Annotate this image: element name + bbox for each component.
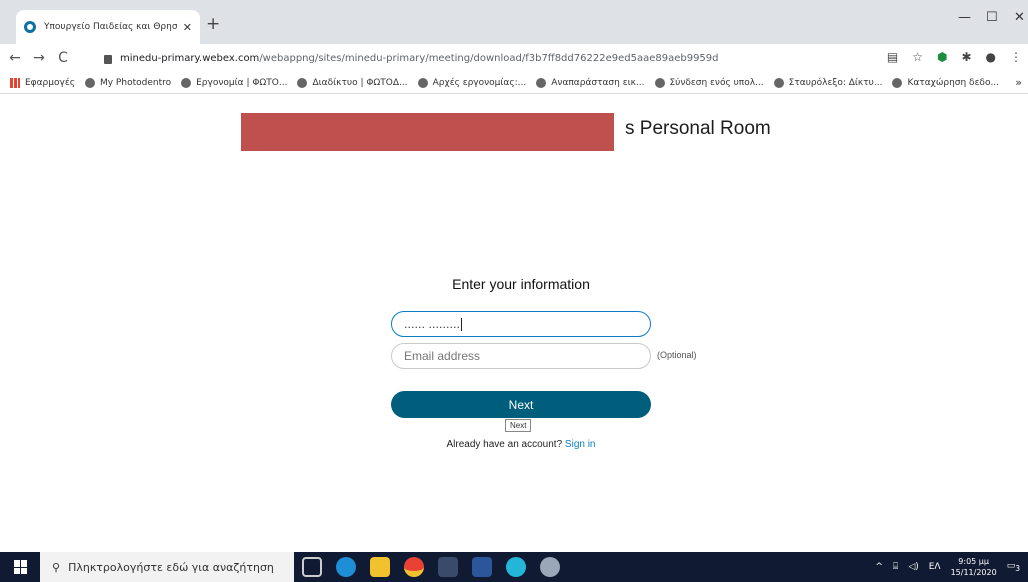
bookmark-favicon-icon xyxy=(536,77,547,88)
tab-strip: Υπουργείο Παιδείας και Θρησκε ✕ + — ☐ ✕ xyxy=(0,0,1028,44)
notifications-icon[interactable]: ▭3 xyxy=(1007,561,1020,573)
extensions-puzzle-icon[interactable]: ✱ xyxy=(961,50,971,64)
reload-icon[interactable]: C xyxy=(54,50,72,66)
taskbar: ⚲ Πληκτρολογήστε εδώ για αναζήτηση ^ ⌸ ◁… xyxy=(0,552,1028,582)
name-field-value: ...... ......... xyxy=(404,317,460,331)
chevron-up-icon[interactable]: ^ xyxy=(875,562,883,572)
text-caret xyxy=(460,317,462,331)
shield-extension-icon[interactable]: ⬢ xyxy=(937,50,947,64)
bookmark-favicon-icon xyxy=(297,77,308,88)
word-icon[interactable] xyxy=(472,557,492,577)
apps-grid-icon xyxy=(10,77,20,88)
bookmark-apps[interactable]: Εφαρμογές xyxy=(10,77,75,88)
tab-close-icon[interactable]: ✕ xyxy=(183,21,192,34)
bookmark-item[interactable]: Σταυρόλεξο: Δίκτυ... xyxy=(773,77,882,88)
new-tab-button[interactable]: + xyxy=(206,14,220,34)
sign-in-link[interactable]: Sign in xyxy=(565,439,596,450)
page-content: s Personal Room Enter your information .… xyxy=(0,94,1028,552)
volume-icon[interactable]: ◁) xyxy=(908,562,918,572)
webex-favicon-icon xyxy=(24,21,36,33)
taskbar-search-placeholder: Πληκτρολογήστε εδώ για αναζήτηση xyxy=(68,560,274,574)
bookmarks-bar: Εφαρμογές My Photodentro Εργονομία | ΦΩΤ… xyxy=(0,72,1028,94)
translate-icon[interactable]: ▤ xyxy=(887,50,898,64)
page-title: s Personal Room xyxy=(625,118,771,139)
bookmark-item[interactable]: Αναπαράσταση εικ... xyxy=(536,77,645,88)
url-field[interactable]: minedu-primary.webex.com /webappng/sites… xyxy=(104,47,924,69)
browser-tab[interactable]: Υπουργείο Παιδείας και Θρησκε ✕ xyxy=(16,10,200,44)
optional-label: (Optional) xyxy=(657,350,697,360)
bookmark-favicon-icon xyxy=(654,77,665,88)
clock-time: 9:05 μμ xyxy=(958,557,989,566)
notification-count-badge: 3 xyxy=(1015,563,1020,573)
profile-icon[interactable]: ● xyxy=(986,50,996,64)
bookmark-favicon-icon xyxy=(181,77,192,88)
bookmark-favicon-icon xyxy=(417,77,428,88)
bookmark-item[interactable]: My Photodentro xyxy=(84,77,171,88)
url-path: /webappng/sites/minedu-primary/meeting/d… xyxy=(259,52,719,64)
forward-arrow-icon[interactable]: → xyxy=(30,50,48,66)
bookmark-item[interactable]: Εργονομία | ΦΩΤΟ... xyxy=(181,77,287,88)
bookmark-favicon-icon xyxy=(773,77,784,88)
chrome-icon[interactable] xyxy=(404,557,424,577)
paint-icon[interactable] xyxy=(540,557,560,577)
back-arrow-icon[interactable]: ← xyxy=(6,50,24,66)
maximize-icon[interactable]: ☐ xyxy=(986,10,998,25)
network-app-icon[interactable] xyxy=(438,557,458,577)
screen: Υπουργείο Παιδείας και Θρησκε ✕ + — ☐ ✕ … xyxy=(0,0,1028,582)
signin-prompt: Already have an account? Sign in xyxy=(391,439,651,450)
next-tooltip: Next xyxy=(505,419,532,432)
bookmark-favicon-icon xyxy=(84,77,95,88)
account-prompt-text: Already have an account? xyxy=(446,439,563,450)
tab-title: Υπουργείο Παιδείας και Θρησκε xyxy=(44,22,177,32)
form-heading: Enter your information xyxy=(452,276,590,292)
bookmark-item[interactable]: Σύνδεση ενός υπολ... xyxy=(654,77,764,88)
name-field[interactable]: ...... ......... xyxy=(391,311,651,337)
clock[interactable]: 9:05 μμ 15/11/2020 xyxy=(951,556,997,578)
toolbar-icons: ▤ ☆ ⬢ ✱ ● ⋮ xyxy=(887,50,1022,64)
minimize-icon[interactable]: — xyxy=(958,10,971,25)
search-icon: ⚲ xyxy=(52,560,61,574)
url-host: minedu-primary.webex.com xyxy=(120,52,260,64)
task-view-icon[interactable] xyxy=(302,557,322,577)
next-button[interactable]: Next xyxy=(391,391,651,418)
language-indicator[interactable]: ΕΛ xyxy=(929,562,941,572)
bookmark-item[interactable]: Καταχώρηση δεδο... xyxy=(892,77,999,88)
taskbar-search-input[interactable]: ⚲ Πληκτρολογήστε εδώ για αναζήτηση xyxy=(40,552,294,582)
menu-kebab-icon[interactable]: ⋮ xyxy=(1010,50,1022,64)
windows-start-icon[interactable] xyxy=(14,560,28,574)
file-explorer-icon[interactable] xyxy=(370,557,390,577)
system-tray: ^ ⌸ ◁) ΕΛ 9:05 μμ 15/11/2020 ▭3 xyxy=(875,552,1020,582)
network-icon[interactable]: ⌸ xyxy=(893,562,898,572)
bookmarks-overflow-button[interactable]: » xyxy=(1015,76,1022,89)
email-field[interactable]: Email address xyxy=(391,343,651,369)
window-close-icon[interactable]: ✕ xyxy=(1014,10,1025,25)
bookmark-favicon-icon xyxy=(892,77,903,88)
redaction-block xyxy=(241,113,614,151)
webex-icon[interactable] xyxy=(506,557,526,577)
address-bar: ← → C minedu-primary.webex.com /webappng… xyxy=(0,44,1028,72)
bookmark-item[interactable]: Διαδίκτυο | ΦΩΤΟΔ... xyxy=(297,77,408,88)
edge-icon[interactable] xyxy=(336,557,356,577)
taskbar-apps xyxy=(302,557,560,577)
clock-date: 15/11/2020 xyxy=(950,568,997,577)
bookmark-item[interactable]: Αρχές εργονομίας:... xyxy=(417,77,526,88)
bookmark-star-icon[interactable]: ☆ xyxy=(912,50,923,64)
lock-icon xyxy=(104,54,112,64)
email-placeholder: Email address xyxy=(404,349,481,363)
